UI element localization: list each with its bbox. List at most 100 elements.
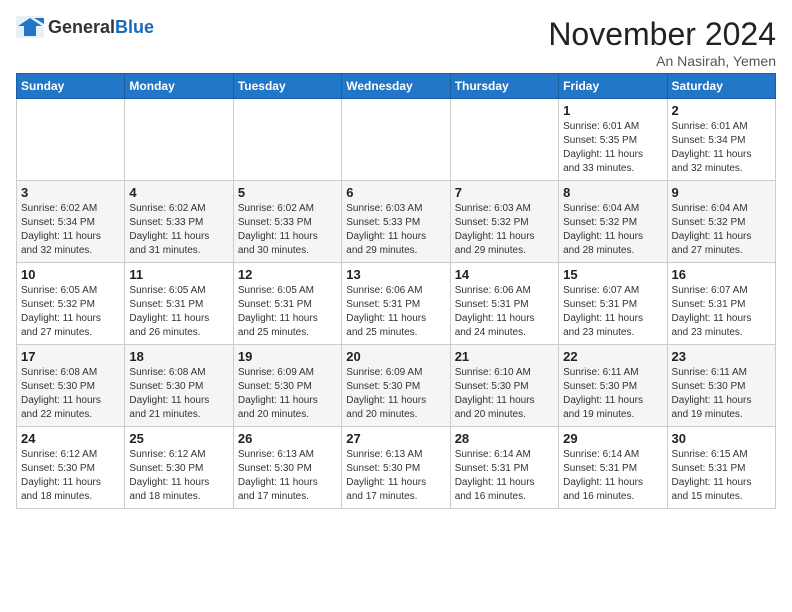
- day-number: 6: [346, 185, 445, 200]
- day-number: 27: [346, 431, 445, 446]
- calendar-cell: [450, 99, 558, 181]
- day-number: 11: [129, 267, 228, 282]
- day-info: Sunrise: 6:05 AM Sunset: 5:31 PM Dayligh…: [129, 284, 228, 340]
- calendar-cell: [233, 99, 341, 181]
- day-info: Sunrise: 6:14 AM Sunset: 5:31 PM Dayligh…: [455, 448, 554, 504]
- calendar-week-3: 10Sunrise: 6:05 AM Sunset: 5:32 PM Dayli…: [17, 263, 776, 345]
- calendar-cell: 6 Sunrise: 6:03 AM Sunset: 5:33 PM Daylig…: [342, 181, 450, 263]
- weekday-header-monday: Monday: [125, 74, 233, 99]
- day-number: 22: [563, 349, 662, 364]
- day-number: 28: [455, 431, 554, 446]
- weekday-header-sunday: Sunday: [17, 74, 125, 99]
- weekday-header-tuesday: Tuesday: [233, 74, 341, 99]
- calendar-cell: 14 Sunrise: 6:06 AM Sunset: 5:31 PM Dayli…: [450, 263, 558, 345]
- calendar-cell: 29 Sunrise: 6:14 AM Sunset: 5:31 PM Dayli…: [559, 427, 667, 509]
- logo-general: General: [48, 17, 115, 37]
- calendar-cell: 21 Sunrise: 6:10 AM Sunset: 5:30 PM Dayli…: [450, 345, 558, 427]
- calendar-cell: 2Sunrise: 6:01 AM Sunset: 5:34 PM Daylig…: [667, 99, 775, 181]
- day-number: 14: [455, 267, 554, 282]
- day-info: Sunrise: 6:12 AM Sunset: 5:30 PM Dayligh…: [129, 448, 228, 504]
- day-number: 30: [672, 431, 771, 446]
- day-info: Sunrise: 6:08 AM Sunset: 5:30 PM Dayligh…: [21, 366, 120, 422]
- day-number: 16: [672, 267, 771, 282]
- calendar-cell: 26 Sunrise: 6:13 AM Sunset: 5:30 PM Dayli…: [233, 427, 341, 509]
- logo-icon: [16, 16, 44, 38]
- weekday-header-thursday: Thursday: [450, 74, 558, 99]
- calendar-cell: [125, 99, 233, 181]
- day-number: 1: [563, 103, 662, 118]
- page-header: GeneralBlue November 2024 An Nasirah, Ye…: [16, 16, 776, 69]
- day-info: Sunrise: 6:14 AM Sunset: 5:31 PM Dayligh…: [563, 448, 662, 504]
- day-info: Sunrise: 6:06 AM Sunset: 5:31 PM Dayligh…: [455, 284, 554, 340]
- calendar-cell: 28 Sunrise: 6:14 AM Sunset: 5:31 PM Dayli…: [450, 427, 558, 509]
- day-info: Sunrise: 6:07 AM Sunset: 5:31 PM Dayligh…: [672, 284, 771, 340]
- calendar-cell: 17 Sunrise: 6:08 AM Sunset: 5:30 PM Dayli…: [17, 345, 125, 427]
- day-number: 13: [346, 267, 445, 282]
- calendar-cell: 20 Sunrise: 6:09 AM Sunset: 5:30 PM Dayli…: [342, 345, 450, 427]
- day-info: Sunrise: 6:02 AM Sunset: 5:33 PM Dayligh…: [238, 202, 337, 258]
- day-info: Sunrise: 6:02 AM Sunset: 5:34 PM Dayligh…: [21, 202, 120, 258]
- weekday-header-friday: Friday: [559, 74, 667, 99]
- calendar-cell: 8 Sunrise: 6:04 AM Sunset: 5:32 PM Daylig…: [559, 181, 667, 263]
- calendar-cell: 18Sunrise: 6:08 AM Sunset: 5:30 PM Dayli…: [125, 345, 233, 427]
- day-number: 17: [21, 349, 120, 364]
- day-info: Sunrise: 6:04 AM Sunset: 5:32 PM Dayligh…: [563, 202, 662, 258]
- day-number: 18: [129, 349, 228, 364]
- day-number: 10: [21, 267, 120, 282]
- calendar-cell: 16 Sunrise: 6:07 AM Sunset: 5:31 PM Dayli…: [667, 263, 775, 345]
- day-info: Sunrise: 6:13 AM Sunset: 5:30 PM Dayligh…: [346, 448, 445, 504]
- day-number: 12: [238, 267, 337, 282]
- day-number: 23: [672, 349, 771, 364]
- calendar-table: SundayMondayTuesdayWednesdayThursdayFrid…: [16, 73, 776, 509]
- logo-text: GeneralBlue: [48, 17, 154, 38]
- calendar-cell: 19 Sunrise: 6:09 AM Sunset: 5:30 PM Dayli…: [233, 345, 341, 427]
- day-number: 3: [21, 185, 120, 200]
- calendar-cell: [342, 99, 450, 181]
- calendar-cell: 3 Sunrise: 6:02 AM Sunset: 5:34 PM Daylig…: [17, 181, 125, 263]
- weekday-header-wednesday: Wednesday: [342, 74, 450, 99]
- logo-blue: Blue: [115, 17, 154, 37]
- day-number: 8: [563, 185, 662, 200]
- calendar-cell: 12 Sunrise: 6:05 AM Sunset: 5:31 PM Dayli…: [233, 263, 341, 345]
- day-number: 9: [672, 185, 771, 200]
- calendar-cell: [17, 99, 125, 181]
- day-info: Sunrise: 6:12 AM Sunset: 5:30 PM Dayligh…: [21, 448, 120, 504]
- day-info: Sunrise: 6:09 AM Sunset: 5:30 PM Dayligh…: [346, 366, 445, 422]
- calendar-week-1: 1 Sunrise: 6:01 AM Sunset: 5:35 PM Daylig…: [17, 99, 776, 181]
- day-number: 20: [346, 349, 445, 364]
- day-info: Sunrise: 6:13 AM Sunset: 5:30 PM Dayligh…: [238, 448, 337, 504]
- calendar-cell: 15Sunrise: 6:07 AM Sunset: 5:31 PM Dayli…: [559, 263, 667, 345]
- calendar-week-5: 24 Sunrise: 6:12 AM Sunset: 5:30 PM Dayli…: [17, 427, 776, 509]
- day-info: Sunrise: 6:05 AM Sunset: 5:31 PM Dayligh…: [238, 284, 337, 340]
- calendar-cell: 13 Sunrise: 6:06 AM Sunset: 5:31 PM Dayli…: [342, 263, 450, 345]
- day-info: Sunrise: 6:04 AM Sunset: 5:32 PM Dayligh…: [672, 202, 771, 258]
- weekday-header-saturday: Saturday: [667, 74, 775, 99]
- calendar-cell: 23Sunrise: 6:11 AM Sunset: 5:30 PM Dayli…: [667, 345, 775, 427]
- calendar-cell: 25 Sunrise: 6:12 AM Sunset: 5:30 PM Dayli…: [125, 427, 233, 509]
- day-info: Sunrise: 6:01 AM Sunset: 5:35 PM Dayligh…: [563, 120, 662, 176]
- day-number: 21: [455, 349, 554, 364]
- day-info: Sunrise: 6:03 AM Sunset: 5:32 PM Dayligh…: [455, 202, 554, 258]
- title-block: November 2024 An Nasirah, Yemen: [548, 16, 776, 69]
- calendar-cell: 9 Sunrise: 6:04 AM Sunset: 5:32 PM Daylig…: [667, 181, 775, 263]
- day-info: Sunrise: 6:09 AM Sunset: 5:30 PM Dayligh…: [238, 366, 337, 422]
- calendar-cell: 30 Sunrise: 6:15 AM Sunset: 5:31 PM Dayli…: [667, 427, 775, 509]
- day-number: 15: [563, 267, 662, 282]
- calendar-week-4: 17 Sunrise: 6:08 AM Sunset: 5:30 PM Dayli…: [17, 345, 776, 427]
- day-number: 19: [238, 349, 337, 364]
- day-number: 26: [238, 431, 337, 446]
- calendar-cell: 4Sunrise: 6:02 AM Sunset: 5:33 PM Daylig…: [125, 181, 233, 263]
- day-info: Sunrise: 6:15 AM Sunset: 5:31 PM Dayligh…: [672, 448, 771, 504]
- day-number: 24: [21, 431, 120, 446]
- day-info: Sunrise: 6:10 AM Sunset: 5:30 PM Dayligh…: [455, 366, 554, 422]
- day-info: Sunrise: 6:06 AM Sunset: 5:31 PM Dayligh…: [346, 284, 445, 340]
- day-number: 25: [129, 431, 228, 446]
- day-number: 29: [563, 431, 662, 446]
- calendar-cell: 27 Sunrise: 6:13 AM Sunset: 5:30 PM Dayli…: [342, 427, 450, 509]
- day-info: Sunrise: 6:01 AM Sunset: 5:34 PM Dayligh…: [672, 120, 771, 176]
- calendar-cell: 24 Sunrise: 6:12 AM Sunset: 5:30 PM Dayli…: [17, 427, 125, 509]
- day-number: 4: [129, 185, 228, 200]
- calendar-cell: 11 Sunrise: 6:05 AM Sunset: 5:31 PM Dayli…: [125, 263, 233, 345]
- calendar-week-2: 3 Sunrise: 6:02 AM Sunset: 5:34 PM Daylig…: [17, 181, 776, 263]
- day-info: Sunrise: 6:03 AM Sunset: 5:33 PM Dayligh…: [346, 202, 445, 258]
